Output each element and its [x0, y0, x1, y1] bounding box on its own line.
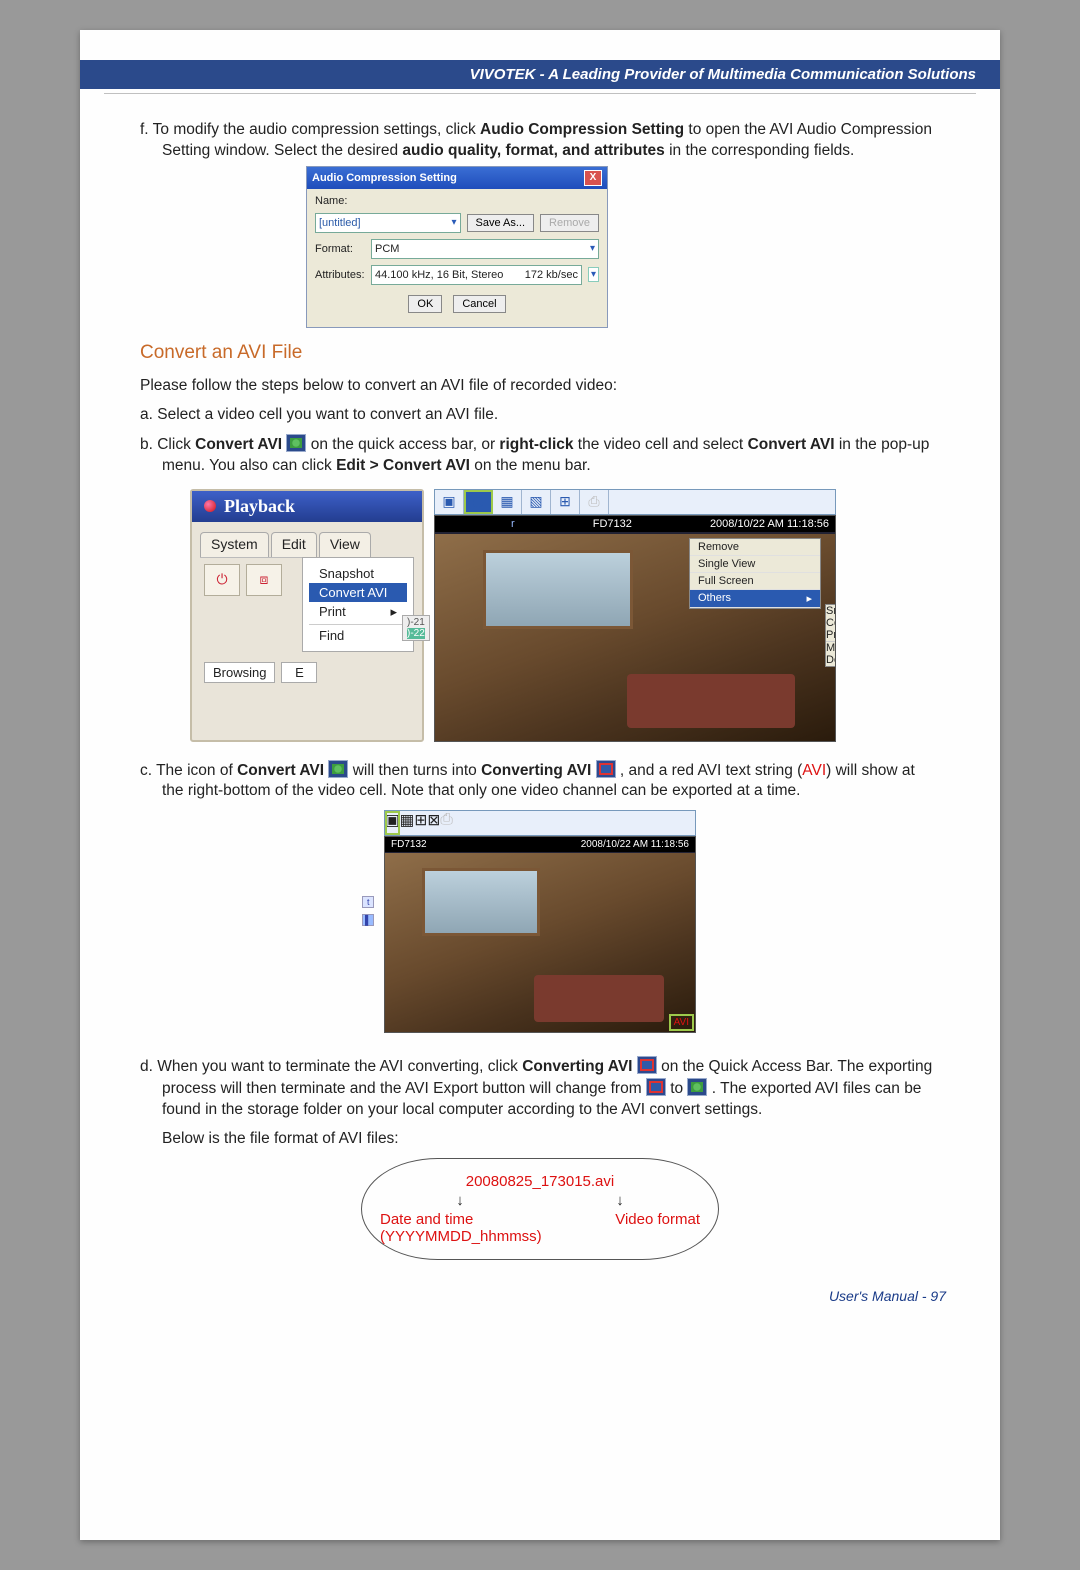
save-as-button[interactable]: Save As...	[467, 214, 535, 232]
quick-access-bar-2: ▣ ▦ ⊞ ⊠ ⎙	[384, 810, 696, 836]
menu-snapshot[interactable]: Snapshot	[309, 564, 407, 583]
qab-icon[interactable]: ▦	[493, 490, 522, 514]
playback-titlebar: Playback	[192, 491, 422, 522]
menu-print[interactable]: Print▸	[309, 602, 407, 621]
power-icon[interactable]: ⏻	[204, 564, 240, 596]
attributes-label: Attributes:	[315, 269, 365, 281]
menu-convert-avi[interactable]: Convert AVI	[309, 583, 407, 602]
header-banner: VIVOTEK - A Leading Provider of Multimed…	[80, 60, 1000, 89]
playback-dot-icon	[204, 500, 216, 512]
timeline-marks: t▌	[362, 890, 374, 932]
close-icon[interactable]: X	[584, 170, 602, 186]
converting-avi-icon	[637, 1056, 657, 1074]
context-submenu: Snapshot Convert AVI Print Mute DeInterl…	[825, 604, 836, 667]
filename-example: 20080825_173015.avi	[380, 1173, 700, 1190]
qab-icon[interactable]: ⊞	[551, 490, 580, 514]
sub-snapshot[interactable]: Snapshot	[826, 605, 836, 617]
camera-name: FD7132	[593, 518, 632, 530]
qab-icon[interactable]: ▦	[400, 811, 415, 835]
sub-convert-avi[interactable]: Convert AVI	[826, 617, 836, 629]
converting-avi-icon	[596, 760, 616, 778]
video-format-label: Video format	[615, 1211, 700, 1245]
sub-mute[interactable]: Mute	[826, 641, 836, 654]
convert-avi-icon	[328, 760, 348, 778]
convert-avi-qab-icon[interactable]: ◉	[464, 490, 493, 514]
steps-lead: Please follow the steps below to convert…	[140, 376, 940, 397]
format-select[interactable]: PCM ▾	[371, 239, 599, 259]
video-cell[interactable]: r FD7132 2008/10/22 AM 11:18:56 Remove S…	[434, 515, 836, 742]
avi-badge: AVI	[672, 1017, 691, 1028]
divider	[104, 93, 976, 94]
document-page: VIVOTEK - A Leading Provider of Multimed…	[80, 30, 1000, 1540]
tab-system[interactable]: System	[200, 532, 269, 557]
tab-edit[interactable]: Edit	[271, 532, 317, 557]
tab-browsing[interactable]: Browsing	[204, 662, 275, 683]
arrow-down-icon: ↓	[456, 1192, 464, 1209]
step-a: a. Select a video cell you want to conve…	[140, 405, 940, 426]
step-b: b. Click Convert AVI on the quick access…	[162, 434, 940, 477]
timestamp: 2008/10/22 AM 11:18:56	[581, 839, 689, 850]
ctx-others[interactable]: Others▸	[690, 590, 820, 608]
playback-panel: Playback System Edit View ⏻ ⧈ Snaps	[190, 489, 424, 742]
below-line: Below is the file format of AVI files:	[162, 1129, 940, 1150]
video-cell-2[interactable]: FD7132 2008/10/22 AM 11:18:56 AVI	[384, 836, 696, 1033]
camera-name: FD7132	[391, 839, 427, 850]
cancel-button[interactable]: Cancel	[453, 295, 505, 313]
convert-avi-icon	[286, 434, 306, 452]
qab-icon[interactable]: ⊞	[414, 811, 427, 835]
attributes-select[interactable]: 44.100 kHz, 16 Bit, Stereo 172 kb/sec	[371, 265, 582, 285]
page-footer: User's Manual - 97	[80, 1288, 1000, 1306]
time-column: )-21 )-22	[402, 615, 430, 641]
video-header: r FD7132 2008/10/22 AM 11:18:56	[435, 516, 835, 532]
header-title: VIVOTEK - A Leading Provider of Multimed…	[470, 66, 976, 83]
quick-access-bar: ▣ ◉ ▦ ▧ ⊞ ⎙	[434, 489, 836, 515]
format-label: Format:	[315, 243, 365, 255]
footer-text: User's Manual - 97	[829, 1288, 946, 1304]
ctx-full-screen[interactable]: Full Screen	[690, 573, 820, 590]
sub-print[interactable]: Print	[826, 629, 836, 641]
section-heading: Convert an AVI File	[140, 342, 940, 364]
qab-icon-disabled: ⎙	[440, 811, 452, 835]
date-format-label: (YYYYMMDD_hhmmss)	[380, 1228, 542, 1245]
video-header-2: FD7132 2008/10/22 AM 11:18:56	[385, 837, 695, 852]
paragraph-f: f. To modify the audio compression setti…	[162, 120, 940, 162]
ctx-remove[interactable]: Remove	[690, 539, 820, 556]
converting-avi-icon	[646, 1078, 666, 1096]
chevron-down-icon[interactable]: ▾	[588, 267, 599, 282]
ok-button[interactable]: OK	[408, 295, 442, 313]
date-time-label: Date and time	[380, 1211, 542, 1228]
dialog-titlebar: Audio Compression Setting X	[307, 167, 607, 189]
arrow-down-icon: ↓	[616, 1192, 624, 1209]
chevron-down-icon[interactable]: ▾	[451, 217, 456, 228]
menu-find[interactable]: Find	[309, 624, 407, 645]
dialog-title: Audio Compression Setting	[312, 172, 457, 184]
remove-button: Remove	[540, 214, 599, 232]
audio-compression-dialog: Audio Compression Setting X Name: [untit…	[306, 166, 608, 328]
context-menu: Remove Single View Full Screen Others▸	[689, 538, 821, 609]
name-label: Name:	[315, 195, 365, 207]
chevron-down-icon[interactable]: ▾	[590, 243, 595, 254]
close-panel-icon[interactable]: ⧈	[246, 564, 282, 596]
qab-icon-disabled: ⎙	[580, 490, 609, 514]
step-c: c. The icon of Convert AVI will then tur…	[162, 760, 940, 803]
name-input[interactable]: [untitled] ▾	[315, 213, 461, 233]
sub-deinterlace[interactable]: DeInterlace	[826, 654, 836, 666]
video-frame-image	[385, 853, 695, 1032]
qab-icon[interactable]: ▧	[522, 490, 551, 514]
qab-icon[interactable]: ⊠	[427, 811, 440, 835]
convert-avi-icon	[687, 1078, 707, 1096]
converting-avi-qab-icon[interactable]: ▣	[385, 811, 400, 835]
tab-e[interactable]: E	[281, 662, 317, 683]
qab-icon[interactable]: ▣	[435, 490, 464, 514]
tab-view[interactable]: View	[319, 532, 371, 557]
step-d: d. When you want to terminate the AVI co…	[162, 1056, 940, 1121]
timestamp: 2008/10/22 AM 11:18:56	[710, 518, 829, 530]
edit-menu: Snapshot Convert AVI Print▸ Find	[302, 557, 414, 652]
filename-format-box: 20080825_173015.avi ↓ ↓ Date and time (YY…	[361, 1158, 719, 1260]
ctx-single-view[interactable]: Single View	[690, 556, 820, 573]
